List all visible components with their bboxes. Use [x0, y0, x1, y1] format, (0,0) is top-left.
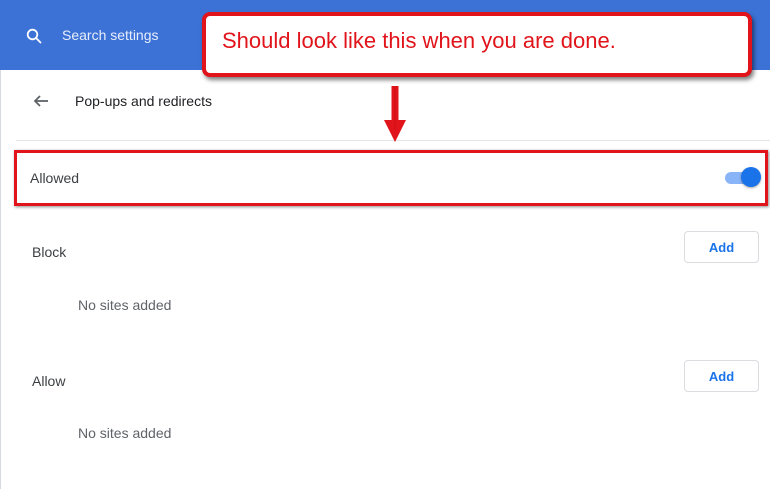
- allow-add-button[interactable]: Add: [684, 360, 759, 392]
- arrow-left-icon[interactable]: [33, 93, 49, 109]
- callout-text: Should look like this when you are done.: [222, 28, 616, 53]
- allow-section-title: Allow: [32, 373, 66, 389]
- search-input[interactable]: Search settings: [62, 27, 159, 43]
- highlight-box: [14, 150, 768, 206]
- annotation-callout: Should look like this when you are done.: [202, 12, 752, 77]
- arrow-down-icon: [384, 86, 406, 142]
- block-empty-text: No sites added: [78, 297, 172, 313]
- allow-empty-text: No sites added: [78, 425, 172, 441]
- page-title: Pop-ups and redirects: [75, 93, 212, 109]
- block-add-button[interactable]: Add: [684, 231, 759, 263]
- search-icon[interactable]: [26, 28, 42, 44]
- block-section-title: Block: [32, 244, 67, 260]
